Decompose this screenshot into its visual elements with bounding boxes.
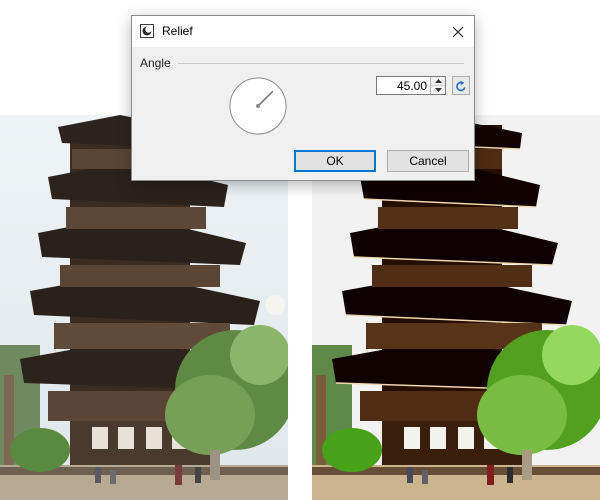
angle-spinbox[interactable] — [376, 76, 446, 95]
group-divider — [178, 63, 464, 64]
angle-dial[interactable] — [229, 77, 287, 135]
spin-down-button[interactable] — [431, 86, 445, 94]
app-icon — [140, 24, 154, 38]
arrow-down-icon — [434, 88, 442, 92]
cancel-button[interactable]: Cancel — [387, 150, 469, 172]
dialog-title: Relief — [162, 24, 193, 38]
angle-dial-center — [256, 104, 260, 108]
relief-dialog: Relief Angle 45.00 OK Cancel — [131, 15, 475, 181]
ok-button[interactable]: OK — [294, 150, 376, 172]
angle-spin-buttons — [430, 77, 445, 94]
dialog-titlebar[interactable]: Relief — [132, 16, 474, 47]
close-button[interactable] — [442, 16, 474, 47]
arrow-up-icon — [434, 79, 442, 83]
angle-group-label: Angle — [140, 56, 171, 70]
reset-icon — [456, 80, 466, 91]
spin-up-button[interactable] — [431, 77, 445, 86]
close-icon — [452, 26, 464, 37]
reset-angle-button[interactable] — [452, 76, 470, 95]
angle-input[interactable] — [377, 77, 430, 94]
